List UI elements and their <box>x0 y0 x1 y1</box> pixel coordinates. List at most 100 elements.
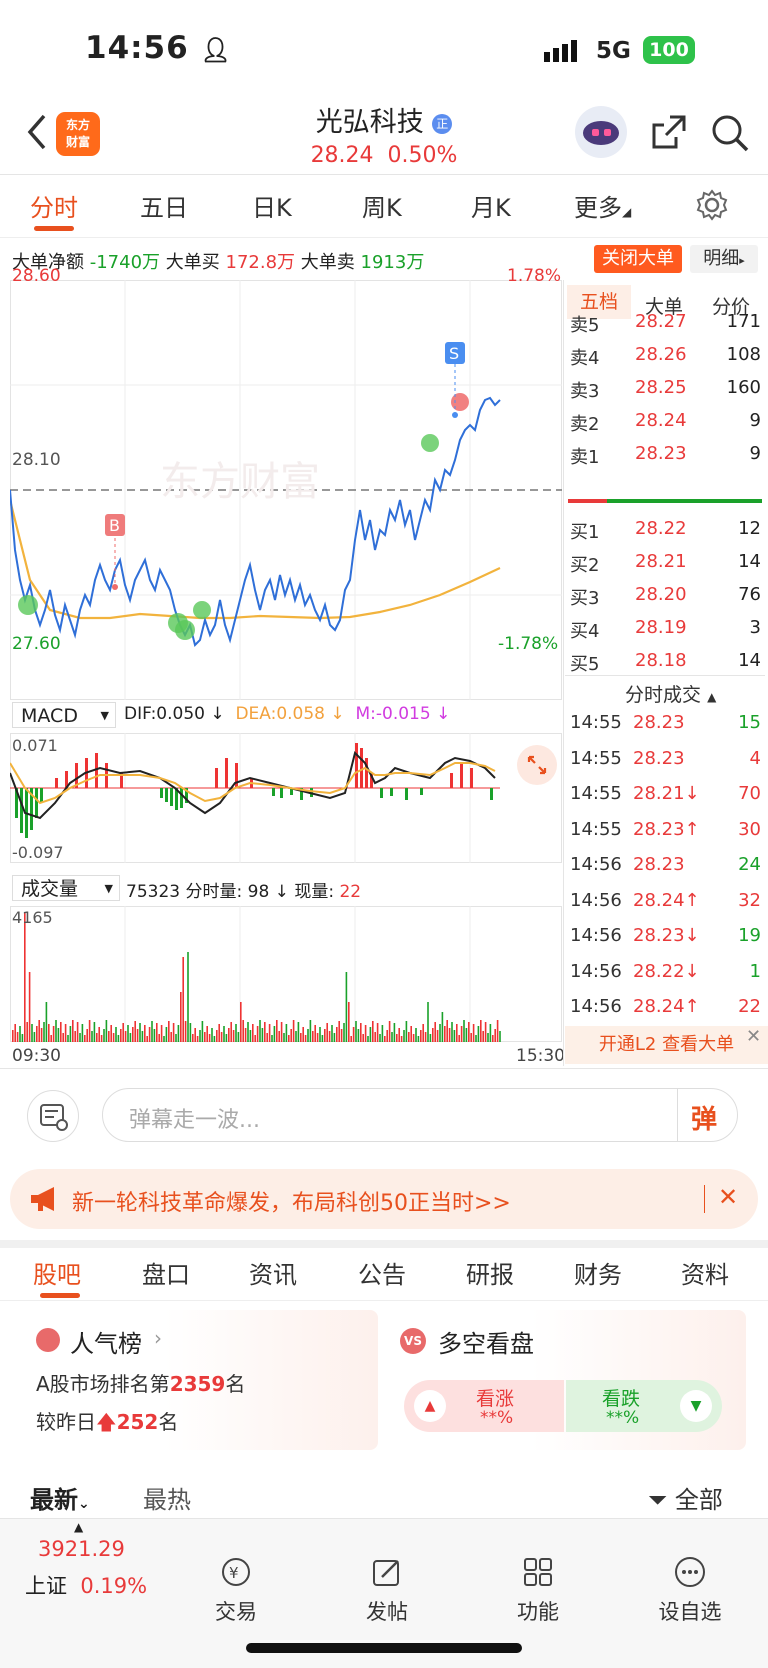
banner-close-icon[interactable]: ✕ <box>718 1183 738 1211</box>
trades-title[interactable]: 分时成交 ▲ <box>625 680 716 707</box>
volume-bar <box>328 1031 331 1042</box>
grid-icon <box>524 1558 552 1586</box>
ask-row[interactable]: 卖2 28.24 9 <box>570 410 765 443</box>
section-tab-research[interactable]: 研报 <box>466 1255 514 1290</box>
volume-bar <box>218 1024 220 1042</box>
section-tab-notice[interactable]: 公告 <box>358 1255 406 1290</box>
robot-avatar-icon[interactable] <box>575 106 627 158</box>
tab-five-day[interactable]: 五日 <box>140 188 188 223</box>
section-tab-pankou[interactable]: 盘口 <box>142 1255 190 1290</box>
volume-bar <box>26 1022 28 1042</box>
section-tab-profile[interactable]: 资料 <box>681 1255 729 1290</box>
trade-row: 14:55 28.21↓ 70 <box>570 783 765 816</box>
section-tab-news[interactable]: 资讯 <box>249 1255 297 1290</box>
watermark: 东方财富 <box>160 460 320 504</box>
megaphone-icon <box>31 1187 54 1211</box>
nav-watchlist[interactable]: 设自选 <box>630 1555 750 1626</box>
promo-banner[interactable]: 新一轮科技革命爆发，布局科创50正当时>> ✕ <box>10 1169 758 1229</box>
volume-bar <box>184 1021 187 1042</box>
volume-bar <box>403 1030 405 1042</box>
tab-intraday[interactable]: 分时 <box>30 188 78 223</box>
bid-row[interactable]: 买3 28.20 76 <box>570 584 765 617</box>
volume-bar <box>480 1020 482 1042</box>
bid-row[interactable]: 买5 28.18 14 <box>570 650 765 683</box>
feed-hot-tab[interactable]: 最热 <box>143 1480 191 1515</box>
search-icon[interactable] <box>710 113 750 157</box>
trade-price: 28.23↓ <box>633 925 700 946</box>
volume-bar <box>396 1034 398 1042</box>
settings-gear-icon[interactable] <box>696 189 728 225</box>
volume-bar <box>470 1033 472 1042</box>
intraday-chart[interactable]: 东方财富 B S <box>10 280 562 700</box>
divider <box>0 237 768 238</box>
nav-functions[interactable]: 功能 <box>478 1555 598 1626</box>
section-tab-finance[interactable]: 财务 <box>574 1255 622 1290</box>
ask-row[interactable]: 卖5 28.27 171 <box>570 311 765 344</box>
bid-row[interactable]: 买2 28.21 14 <box>570 551 765 584</box>
tab-monthly-k[interactable]: 月K <box>471 188 511 223</box>
trade-price: 28.22↓ <box>633 960 700 982</box>
tab-more[interactable]: 更多◢ <box>574 188 631 223</box>
danmu-input[interactable]: 弹幕走一波... 弹 <box>102 1088 738 1142</box>
bid-row[interactable]: 买1 28.22 12 <box>570 518 765 551</box>
macd-chart <box>10 733 562 863</box>
bear-pct: **% <box>606 1408 640 1428</box>
volume-bar <box>144 1025 146 1042</box>
volume-bar <box>357 1029 360 1042</box>
expand-icon[interactable] <box>517 745 557 785</box>
volume-bar <box>163 1036 165 1042</box>
bid-row[interactable]: 买4 28.19 3 <box>570 617 765 650</box>
bear-button[interactable]: 看跌 **% ▼ <box>566 1380 722 1432</box>
volume-bar <box>74 1031 76 1042</box>
volume-selector[interactable]: 成交量 ▼ <box>12 875 120 901</box>
nav-post[interactable]: 发帖 <box>327 1555 447 1626</box>
danmu-list-icon[interactable] <box>27 1090 79 1142</box>
volume-bar <box>52 1026 55 1042</box>
volume-bar <box>55 1020 57 1042</box>
sell-marker[interactable]: S <box>449 344 459 363</box>
tab-daily-k[interactable]: 日K <box>252 188 292 223</box>
volume-bar <box>400 1036 403 1042</box>
volume-bar <box>105 1020 108 1042</box>
nav-trade[interactable]: ¥ 交易 <box>176 1555 296 1626</box>
volume-bar <box>312 1031 314 1042</box>
close-big-order-button[interactable]: 关闭大单 <box>594 245 682 273</box>
danmu-send-button[interactable]: 弹 <box>691 1099 717 1136</box>
volume-bar <box>153 1029 156 1042</box>
mid-price-label: 28.10 <box>12 450 61 470</box>
l2-promo[interactable]: 开通L2 查看大单 <box>565 1026 768 1064</box>
feed-filter[interactable]: ⏷ 全部 <box>648 1480 723 1515</box>
popularity-card[interactable]: 人气榜 › A股市场排名第2359名 较昨日🡅252名 <box>22 1310 378 1450</box>
close-promo-icon[interactable]: ✕ <box>746 1026 761 1047</box>
volume-bar <box>79 1033 81 1042</box>
ask-row[interactable]: 卖4 28.26 108 <box>570 344 765 377</box>
volume-bar <box>194 1028 196 1042</box>
bull-button[interactable]: ▲ 看涨 **% <box>404 1380 564 1432</box>
volume-bar <box>189 1023 192 1042</box>
volume-bar <box>127 1025 129 1042</box>
ask-row[interactable]: 卖3 28.25 160 <box>570 377 765 410</box>
feed-latest-tab[interactable]: 最新⌄ <box>30 1480 90 1515</box>
ask-row[interactable]: 卖1 28.23 9 <box>570 443 765 476</box>
index-value[interactable]: 3921.29 <box>38 1537 125 1561</box>
battery-icon: 100 <box>643 36 695 64</box>
volume-bar <box>57 1028 60 1042</box>
tab-weekly-k[interactable]: 周K <box>362 188 402 223</box>
bid-label: 买4 <box>570 621 600 642</box>
detail-button[interactable]: 明细▸ <box>690 245 758 273</box>
volume-bar <box>156 1023 158 1042</box>
section-tab-guba[interactable]: 股吧 <box>33 1255 81 1290</box>
volume-bar <box>38 1020 40 1042</box>
ask-label: 卖3 <box>570 381 600 402</box>
volume-bar <box>379 1034 381 1042</box>
volume-bar <box>360 1023 362 1042</box>
macd-selector[interactable]: MACD ▼ <box>12 702 116 728</box>
index-info[interactable]: 上证 0.19% <box>25 1570 147 1600</box>
volume-bar <box>273 1026 276 1042</box>
volume-bar <box>225 1034 228 1042</box>
volume-bar <box>120 1029 122 1042</box>
divider <box>0 1240 768 1248</box>
buy-marker[interactable]: B <box>109 516 120 535</box>
status-time: 14:56 👤︎ <box>85 30 232 66</box>
share-icon[interactable] <box>650 113 688 155</box>
